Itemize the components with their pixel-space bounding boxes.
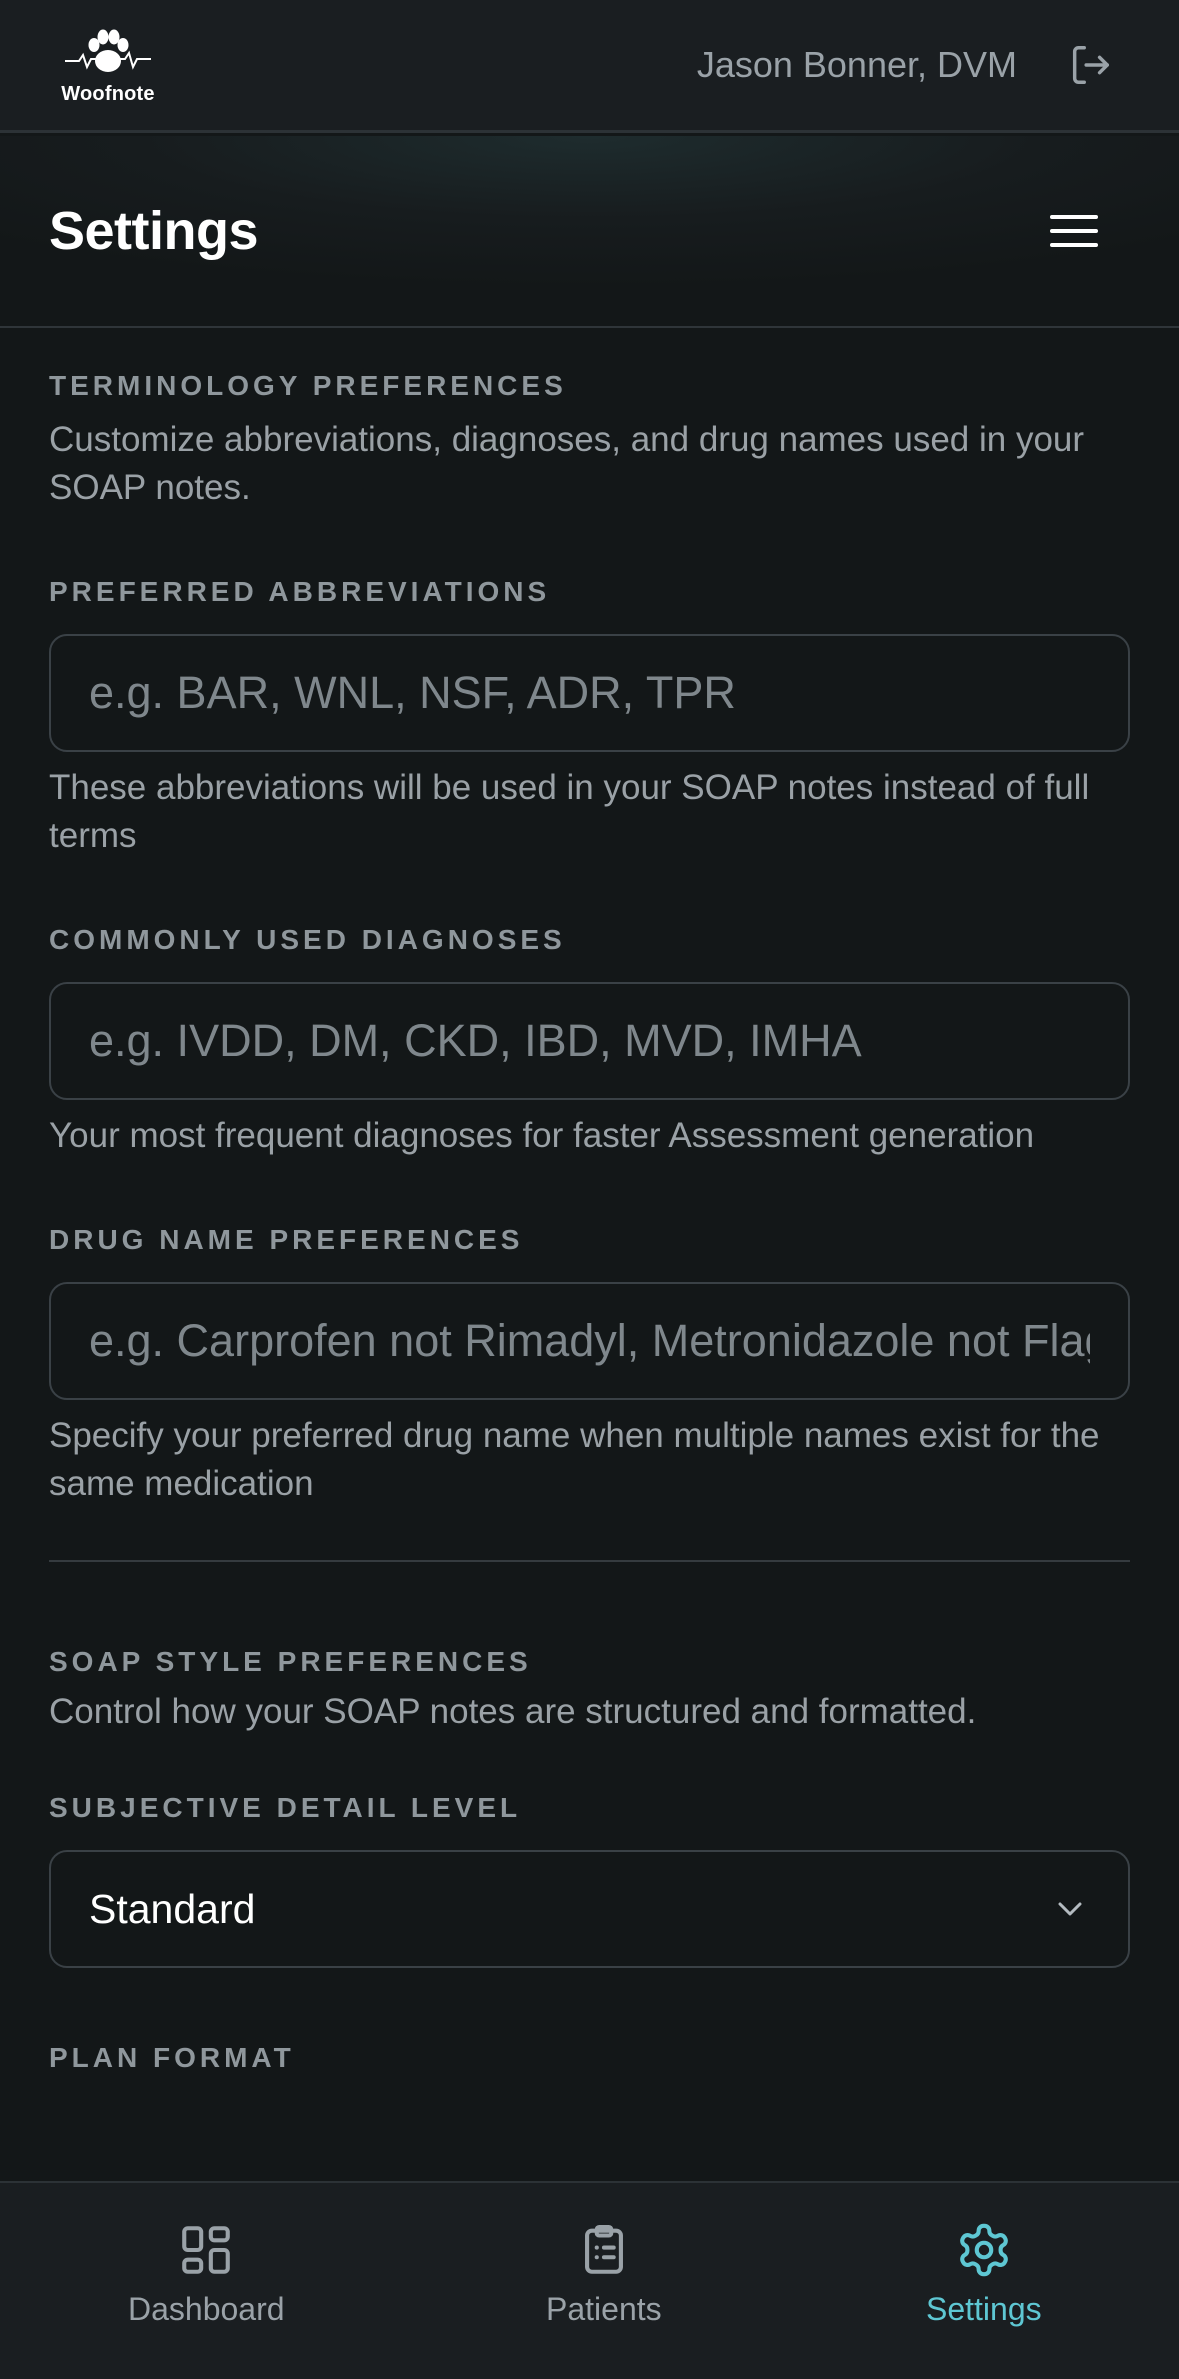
logout-icon[interactable] [1067,42,1113,88]
nav-item-settings[interactable]: Settings [926,2221,1042,2328]
chevron-down-icon [1050,1889,1090,1929]
abbreviations-field-wrapper [49,634,1130,752]
settings-content: TERMINOLOGY PREFERENCES Customize abbrev… [49,330,1130,2074]
page-title: Settings [49,201,259,261]
select-value: Standard [89,1885,256,1932]
helper-text-abbreviations: These abbreviations will be used in your… [49,768,1090,855]
bottom-navigation: Dashboard Patients Settings [0,2181,1179,2379]
section-description-terminology: Customize abbreviations, diagnoses, and … [49,420,1085,507]
hamburger-menu-icon[interactable] [1049,211,1099,251]
nav-label-settings: Settings [926,2291,1042,2327]
subjective-detail-select[interactable]: Standard [49,1850,1130,1968]
section-title-soap-style: SOAP STYLE PREFERENCES [49,1646,532,1677]
field-label-subjective: SUBJECTIVE DETAIL LEVEL [49,1792,522,1823]
field-label-diagnoses: COMMONLY USED DIAGNOSES [49,924,566,955]
nav-label-patients: Patients [546,2291,662,2327]
nav-item-dashboard[interactable]: Dashboard [128,2221,285,2328]
field-label-plan-format: PLAN FORMAT [49,2042,295,2073]
dashboard-grid-icon [182,2226,231,2274]
gear-icon [959,2223,1008,2277]
paw-logo-icon [65,29,151,72]
drug-preferences-input[interactable] [89,1315,1090,1367]
section-divider [49,1560,1130,1562]
top-bar: Woofnote Jason Bonner, DVM [0,0,1179,133]
diagnoses-field-wrapper [49,982,1130,1100]
woofnote-logo[interactable]: Woofnote [58,25,158,106]
nav-label-dashboard: Dashboard [128,2291,285,2327]
section-description-soap-style: Control how your SOAP notes are structur… [49,1692,977,1731]
page-header: Settings [0,136,1179,328]
field-label-abbreviations: PREFERRED ABBREVIATIONS [49,576,551,607]
logo-text: Woofnote [61,82,155,105]
helper-text-diagnoses: Your most frequent diagnoses for faster … [49,1116,1035,1155]
clipboard-list-icon [584,2224,623,2274]
abbreviations-input[interactable] [89,667,1090,719]
nav-item-patients[interactable]: Patients [546,2221,662,2328]
section-title-terminology: TERMINOLOGY PREFERENCES [49,370,567,401]
field-label-drugs: DRUG NAME PREFERENCES [49,1224,524,1255]
drugs-field-wrapper [49,1282,1130,1400]
helper-text-drugs: Specify your preferred drug name when mu… [49,1416,1100,1503]
diagnoses-input[interactable] [89,1015,1090,1067]
user-name[interactable]: Jason Bonner, DVM [697,44,1017,86]
